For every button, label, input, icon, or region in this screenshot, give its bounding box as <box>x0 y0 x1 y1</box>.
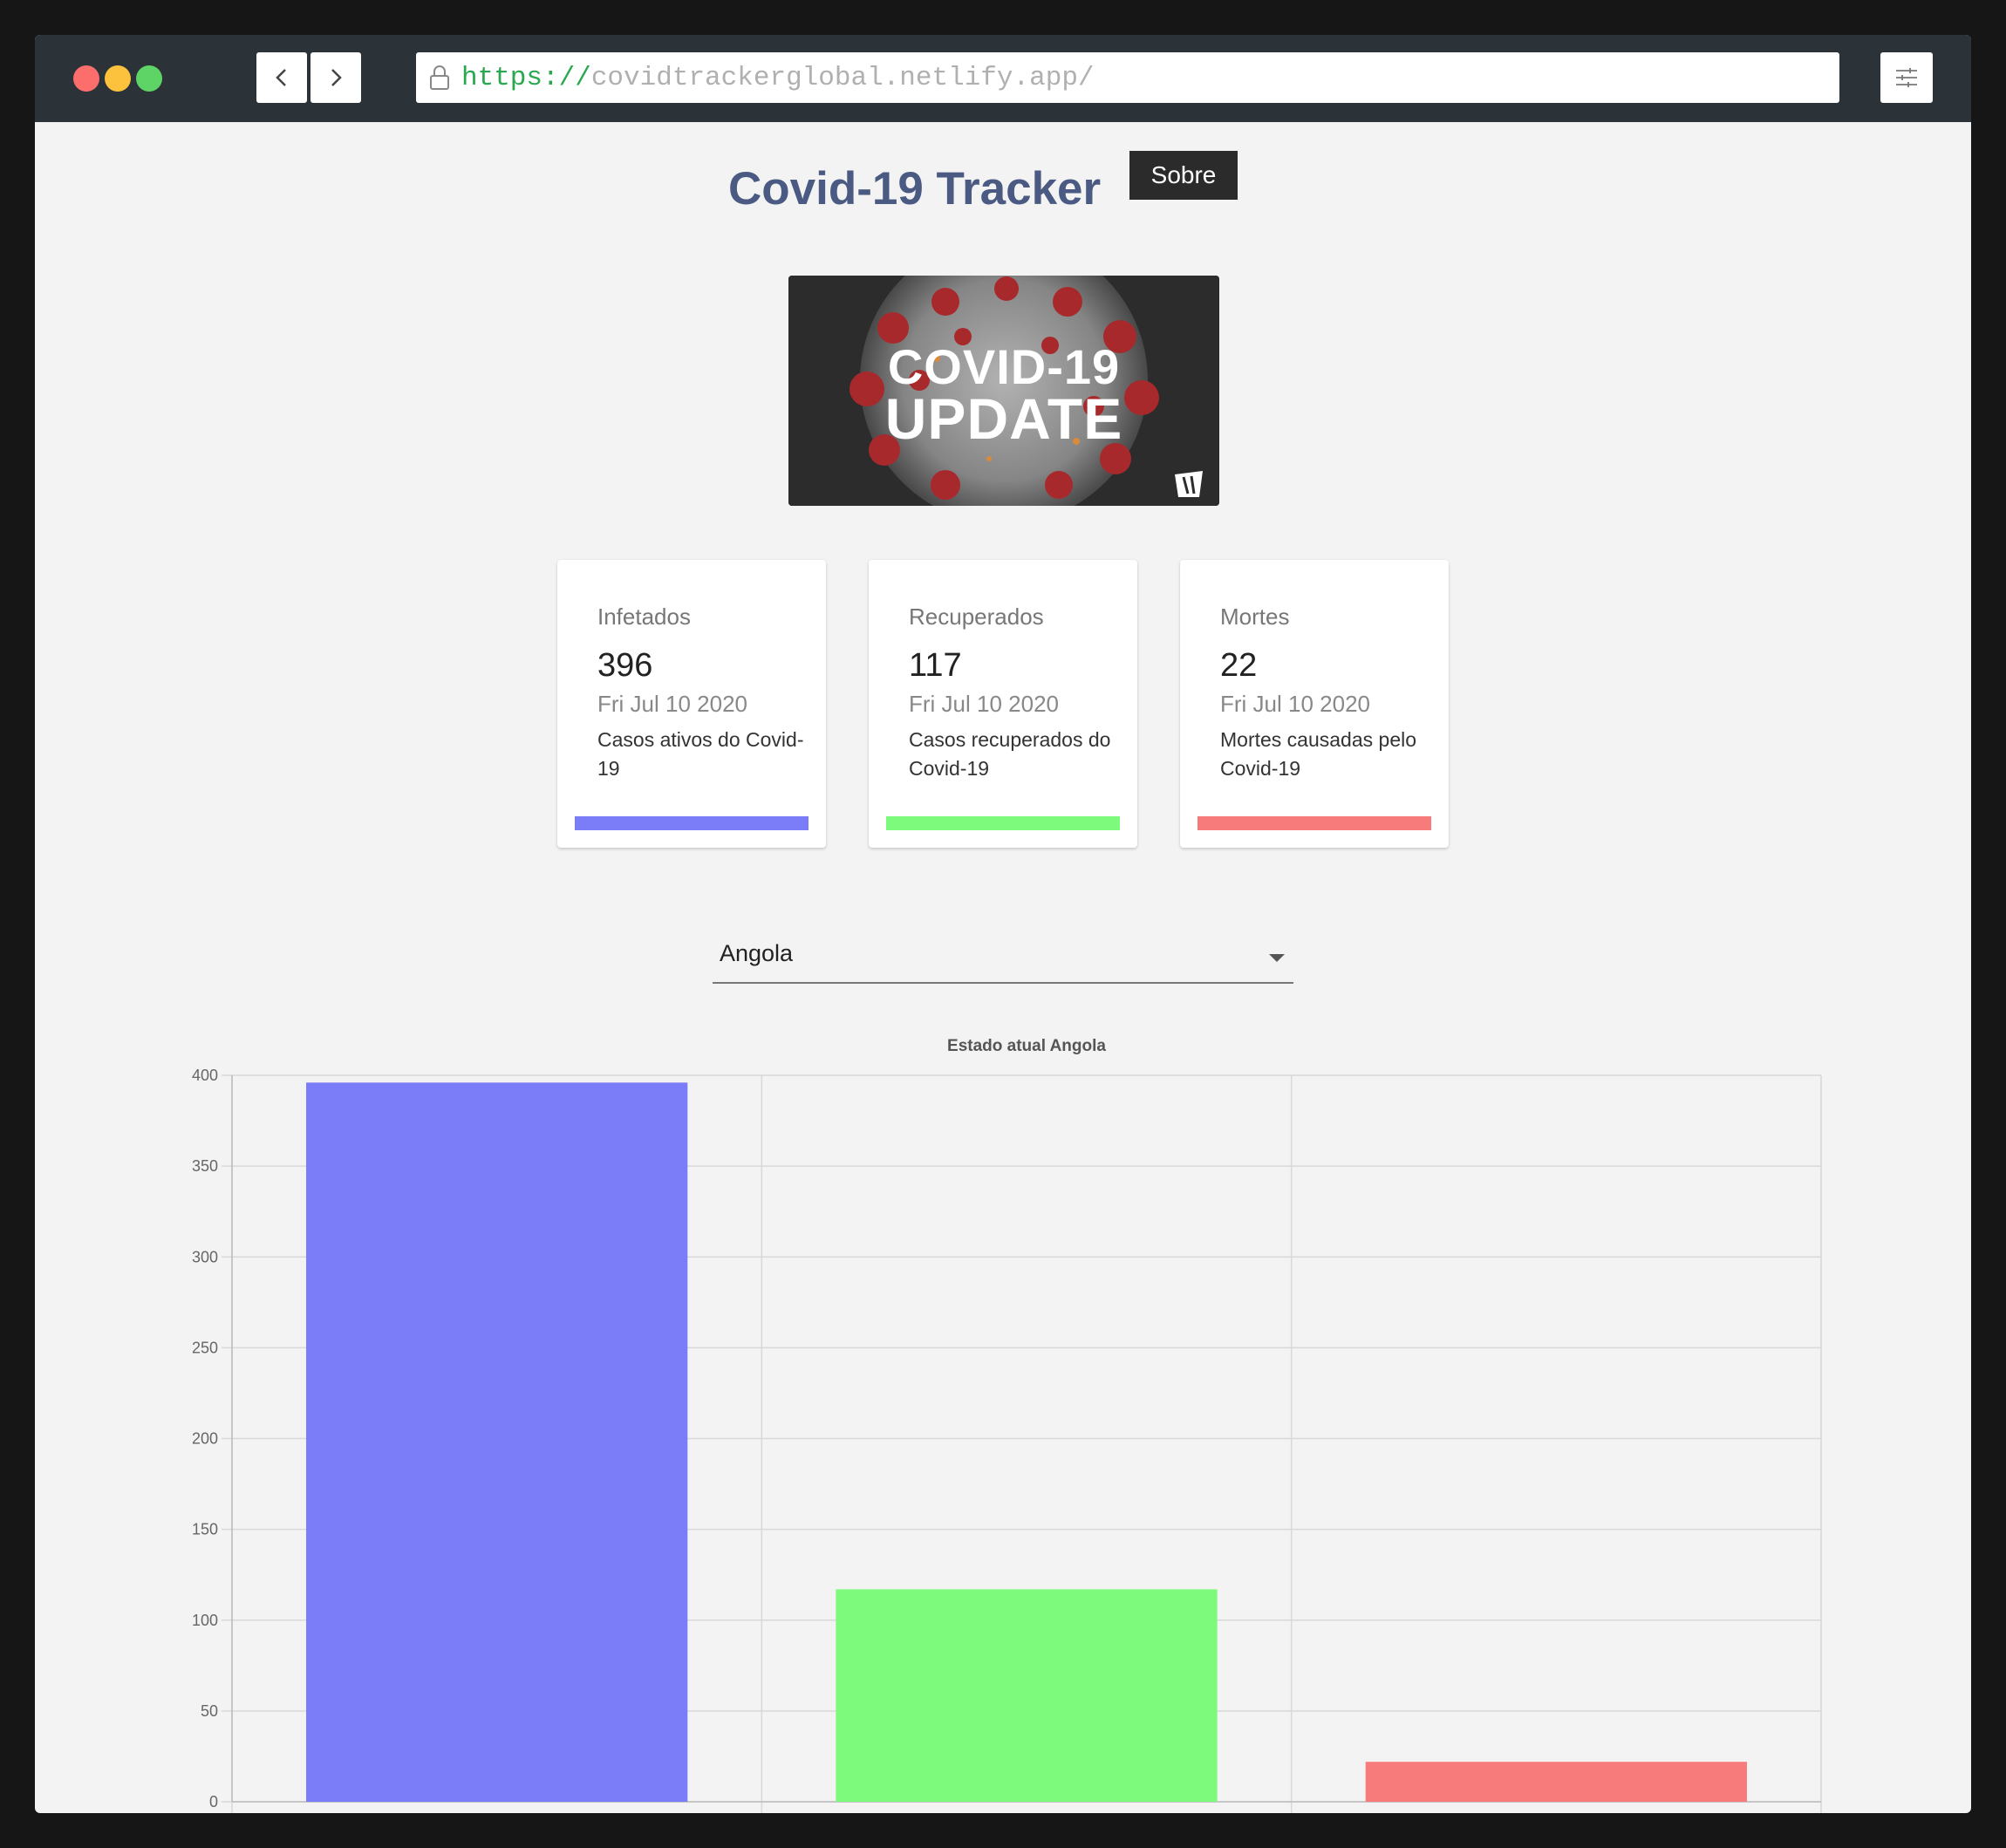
infected-card: Infetados 396 Fri Jul 10 2020 Casos ativ… <box>557 560 826 848</box>
y-tick-label: 100 <box>192 1612 218 1629</box>
card-color-bar <box>575 816 809 830</box>
y-tick-label: 0 <box>209 1793 218 1810</box>
y-tick-label: 350 <box>192 1157 218 1175</box>
y-tick-label: 50 <box>201 1702 218 1720</box>
card-value: 117 <box>909 647 962 684</box>
forward-button[interactable] <box>310 52 361 103</box>
bar-recuperados <box>836 1589 1218 1802</box>
card-label: Mortes <box>1220 603 1290 630</box>
sliders-icon <box>1896 68 1917 87</box>
card-color-bar <box>1197 816 1431 830</box>
bar-infectados <box>306 1082 688 1802</box>
address-bar[interactable]: https://covidtrackerglobal.netlify.app/ <box>416 52 1839 103</box>
lock-icon <box>428 65 451 91</box>
recovered-card: Recuperados 117 Fri Jul 10 2020 Casos re… <box>869 560 1137 848</box>
card-date: Fri Jul 10 2020 <box>597 691 747 717</box>
card-date: Fri Jul 10 2020 <box>909 691 1059 717</box>
logo-icon <box>1175 471 1203 497</box>
close-window-dot[interactable] <box>73 65 99 92</box>
card-description: Mortes causadas pelo Covid-19 <box>1220 728 1417 780</box>
card-label: Infetados <box>597 603 691 630</box>
y-tick-label: 150 <box>192 1521 218 1538</box>
covid-update-banner: COVID-19 UPDATE <box>788 276 1219 506</box>
chart-title: Estado atual Angola <box>947 1037 1106 1055</box>
y-tick-label: 250 <box>192 1339 218 1356</box>
bar-mortes <box>1365 1762 1747 1802</box>
chevron-right-icon <box>331 69 342 86</box>
y-tick-label: 300 <box>192 1248 218 1265</box>
y-tick-label: 400 <box>192 1067 218 1084</box>
about-button[interactable]: Sobre <box>1129 151 1238 200</box>
browser-window: https://covidtrackerglobal.netlify.app/ … <box>35 35 1971 1813</box>
maximize-window-dot[interactable] <box>136 65 162 92</box>
card-label: Recuperados <box>909 603 1044 630</box>
banner-line2: UPDATE <box>884 386 1123 451</box>
page-title: Covid-19 Tracker <box>728 163 1102 215</box>
back-button[interactable] <box>256 52 307 103</box>
browser-toolbar: https://covidtrackerglobal.netlify.app/ <box>35 35 1971 122</box>
chart-svg: Estado atual Angola 0 50 100 150 200 250 300 350… <box>192 1037 1822 1813</box>
chevron-left-icon <box>276 69 286 86</box>
url-scheme: https:// <box>461 62 591 93</box>
card-date: Fri Jul 10 2020 <box>1220 691 1370 717</box>
caret-down-icon <box>1269 954 1285 962</box>
country-select[interactable]: Angola <box>713 924 1293 984</box>
card-value: 396 <box>597 647 653 684</box>
card-value: 22 <box>1220 647 1258 684</box>
card-description: Casos ativos do Covid-19 <box>597 728 804 780</box>
country-select-value: Angola <box>720 940 794 966</box>
deaths-card: Mortes 22 Fri Jul 10 2020 Mortes causada… <box>1180 560 1449 848</box>
settings-button[interactable] <box>1880 52 1933 103</box>
minimize-window-dot[interactable] <box>105 65 131 92</box>
url-host: covidtrackerglobal.netlify.app/ <box>590 62 1095 93</box>
card-color-bar <box>886 816 1120 830</box>
y-tick-label: 200 <box>192 1430 218 1448</box>
bar-chart: Estado atual Angola 0 50 100 150 200 250 300 350… <box>35 1012 1971 1813</box>
card-description: Casos recuperados do Covid-19 <box>909 728 1111 780</box>
